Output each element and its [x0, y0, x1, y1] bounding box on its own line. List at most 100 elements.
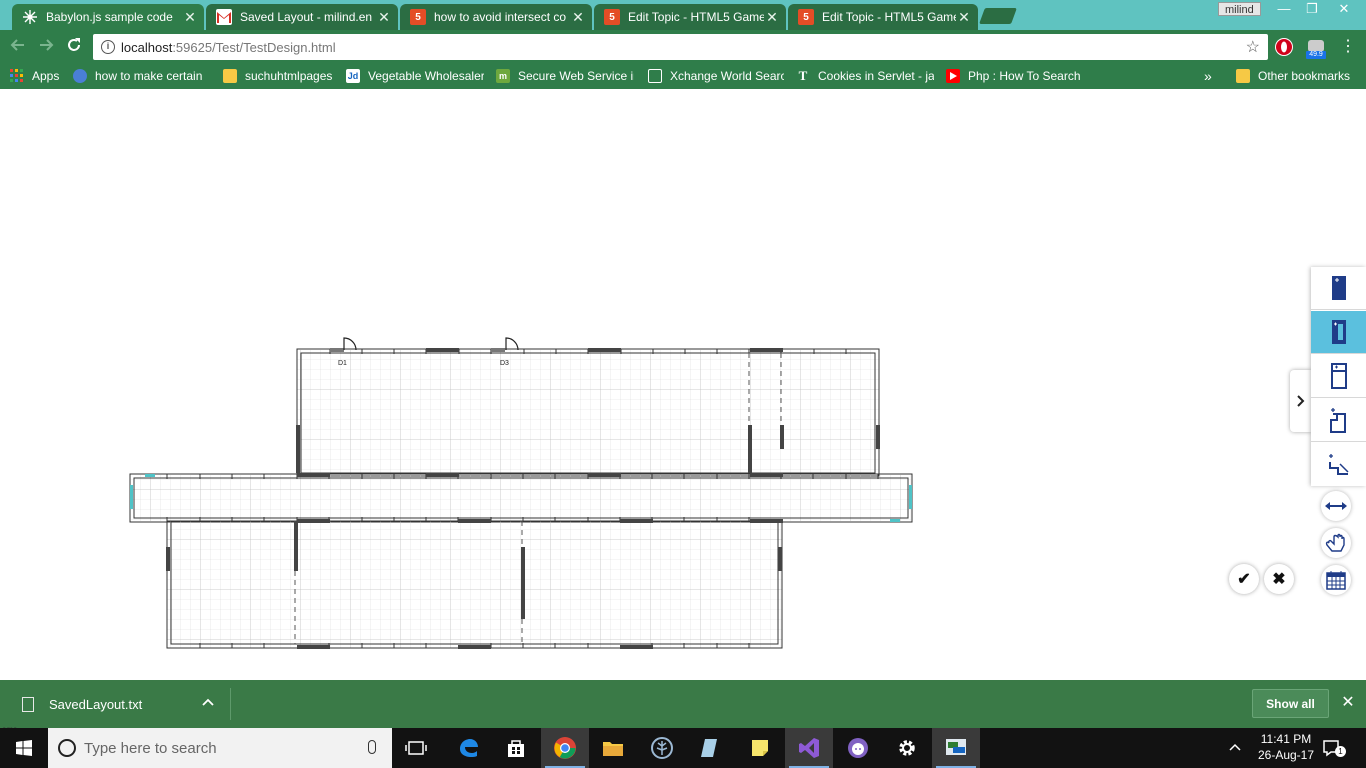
add-window-tool[interactable]	[1311, 355, 1366, 398]
bookmarks-overflow-button[interactable]: »	[1204, 67, 1218, 85]
tab-close-icon[interactable]: ✕	[764, 9, 780, 26]
bookmark-label: Xchange World Searc	[670, 69, 784, 83]
add-stairs-icon	[1328, 453, 1349, 475]
floor-plan-canvas[interactable]: D1 D3	[0, 89, 1366, 680]
tab-edit-topic-2[interactable]: 5 Edit Topic - HTML5 Game ✕	[788, 4, 978, 30]
forward-button[interactable]	[36, 37, 56, 57]
m-icon: m	[496, 69, 510, 83]
star-icon[interactable]: ☆	[1246, 37, 1260, 57]
html5-icon: 5	[604, 9, 620, 25]
room-corridor[interactable]	[129, 473, 913, 523]
html5-icon: 5	[410, 9, 426, 25]
back-button[interactable]	[8, 37, 28, 57]
action-center-button[interactable]: 1	[1322, 738, 1346, 760]
reload-icon	[68, 38, 80, 51]
arrow-left-icon	[10, 39, 24, 51]
tab-babylon[interactable]: Babylon.js sample code ✕	[12, 4, 204, 30]
confirm-button[interactable]: ✔	[1229, 564, 1259, 594]
bookmark-suchuhtmlpages[interactable]: suchuhtmlpages	[223, 67, 339, 85]
new-tab-button[interactable]	[979, 8, 1017, 24]
add-door-icon	[1331, 320, 1346, 344]
calendar-icon	[1326, 571, 1346, 590]
pan-tool[interactable]	[1321, 528, 1351, 558]
bookmark-how-to-make[interactable]: how to make certain	[73, 67, 209, 85]
notepad-icon	[701, 739, 717, 757]
tab-title: Babylon.js sample code	[46, 10, 173, 24]
edge-app[interactable]	[444, 728, 492, 768]
room-bottom[interactable]	[166, 520, 783, 649]
start-button[interactable]	[0, 728, 48, 768]
close-shelf-button[interactable]: ✕	[1339, 694, 1357, 712]
close-window-button[interactable]: ✕	[1326, 0, 1362, 18]
add-stairs-tool[interactable]	[1311, 443, 1366, 486]
add-door-tool[interactable]	[1311, 311, 1366, 354]
tab-close-icon[interactable]: ✕	[956, 9, 972, 26]
file-explorer-app[interactable]	[589, 728, 637, 768]
show-all-downloads-button[interactable]: Show all	[1252, 689, 1329, 718]
bookmark-php-search[interactable]: Php : How To Search	[946, 67, 1080, 85]
windows-logo-icon	[16, 740, 32, 756]
profile-button[interactable]: milind	[1218, 2, 1261, 16]
app-notepad[interactable]	[686, 728, 734, 768]
bookmark-secure-web[interactable]: m Secure Web Service in	[496, 67, 634, 85]
tab-edit-topic-1[interactable]: 5 Edit Topic - HTML5 Game ✕	[594, 4, 786, 30]
bookmark-label: Apps	[32, 69, 60, 83]
clock[interactable]: 11:41 PM 26-Aug-17	[1250, 731, 1322, 763]
add-room-icon	[1329, 408, 1346, 433]
settings-app[interactable]	[883, 728, 931, 768]
tab-close-icon[interactable]: ✕	[570, 9, 586, 26]
notification-count: 1	[1335, 746, 1346, 757]
add-wall-tool[interactable]	[1311, 267, 1366, 310]
other-bookmarks[interactable]: Other bookmarks	[1236, 67, 1362, 85]
visual-studio-app[interactable]	[785, 728, 833, 768]
chevron-up-icon[interactable]	[202, 694, 214, 709]
tab-close-icon[interactable]: ✕	[182, 9, 198, 26]
globe-icon	[73, 69, 87, 83]
taskbar-search[interactable]: Type here to search	[48, 728, 392, 768]
folder-icon	[1236, 69, 1250, 83]
download-item[interactable]: SavedLayout.txt	[0, 688, 231, 720]
reload-button[interactable]	[64, 37, 84, 57]
microphone-icon[interactable]	[368, 740, 376, 754]
bookmark-cookies[interactable]: T Cookies in Servlet - ja	[796, 67, 934, 85]
menu-kebab-icon[interactable]: ⋮	[1338, 37, 1358, 57]
pan-hand-icon	[1325, 533, 1345, 552]
sticky-notes-app[interactable]	[736, 728, 784, 768]
app-tree[interactable]	[638, 728, 686, 768]
task-view-button[interactable]	[392, 728, 440, 768]
room-top[interactable]	[296, 348, 880, 477]
chrome-app[interactable]	[541, 728, 589, 768]
url-host: localhost	[121, 39, 173, 55]
measure-tool[interactable]	[1321, 491, 1351, 521]
folder-icon	[223, 69, 237, 83]
store-app[interactable]	[492, 728, 540, 768]
schedule-tool[interactable]	[1321, 565, 1351, 595]
minimize-button[interactable]: —	[1270, 0, 1298, 18]
tray-overflow-icon[interactable]	[1229, 740, 1241, 754]
youtube-icon	[946, 69, 960, 83]
bookmark-apps[interactable]: Apps	[10, 67, 66, 85]
tab-strip: Babylon.js sample code ✕ Saved Layout - …	[0, 0, 1366, 30]
panel-toggle-button[interactable]	[1290, 370, 1311, 432]
download-shelf: SavedLayout.txt Show all ✕ ems	[0, 680, 1366, 734]
cancel-button[interactable]: ✖	[1264, 564, 1294, 594]
tab-avoid-intersect[interactable]: 5 how to avoid intersect co ✕	[400, 4, 592, 30]
add-wall-icon	[1331, 276, 1346, 300]
chrome-icon	[554, 737, 576, 759]
jd-icon: Jd	[346, 69, 360, 83]
info-icon[interactable]: i	[101, 40, 115, 54]
t-icon: T	[798, 68, 808, 83]
github-app[interactable]	[834, 728, 882, 768]
opera-extension-icon[interactable]	[1275, 38, 1293, 56]
chevron-right-icon	[1296, 395, 1304, 407]
browser-toolbar: i localhost:59625/Test/TestDesign.html ☆…	[0, 30, 1366, 63]
maximize-button[interactable]: ❐	[1298, 0, 1326, 18]
bookmark-xchange[interactable]: Xchange World Searc	[648, 67, 784, 85]
tab-saved-layout[interactable]: Saved Layout - milind.en ✕	[206, 4, 398, 30]
add-room-tool[interactable]	[1311, 399, 1366, 442]
address-bar[interactable]: i localhost:59625/Test/TestDesign.html ☆	[93, 34, 1268, 60]
app-remote[interactable]	[932, 728, 980, 768]
bookmark-vegetable[interactable]: Jd Vegetable Wholesaler	[346, 67, 484, 85]
tool-panel	[1311, 267, 1366, 486]
tab-close-icon[interactable]: ✕	[376, 9, 392, 26]
